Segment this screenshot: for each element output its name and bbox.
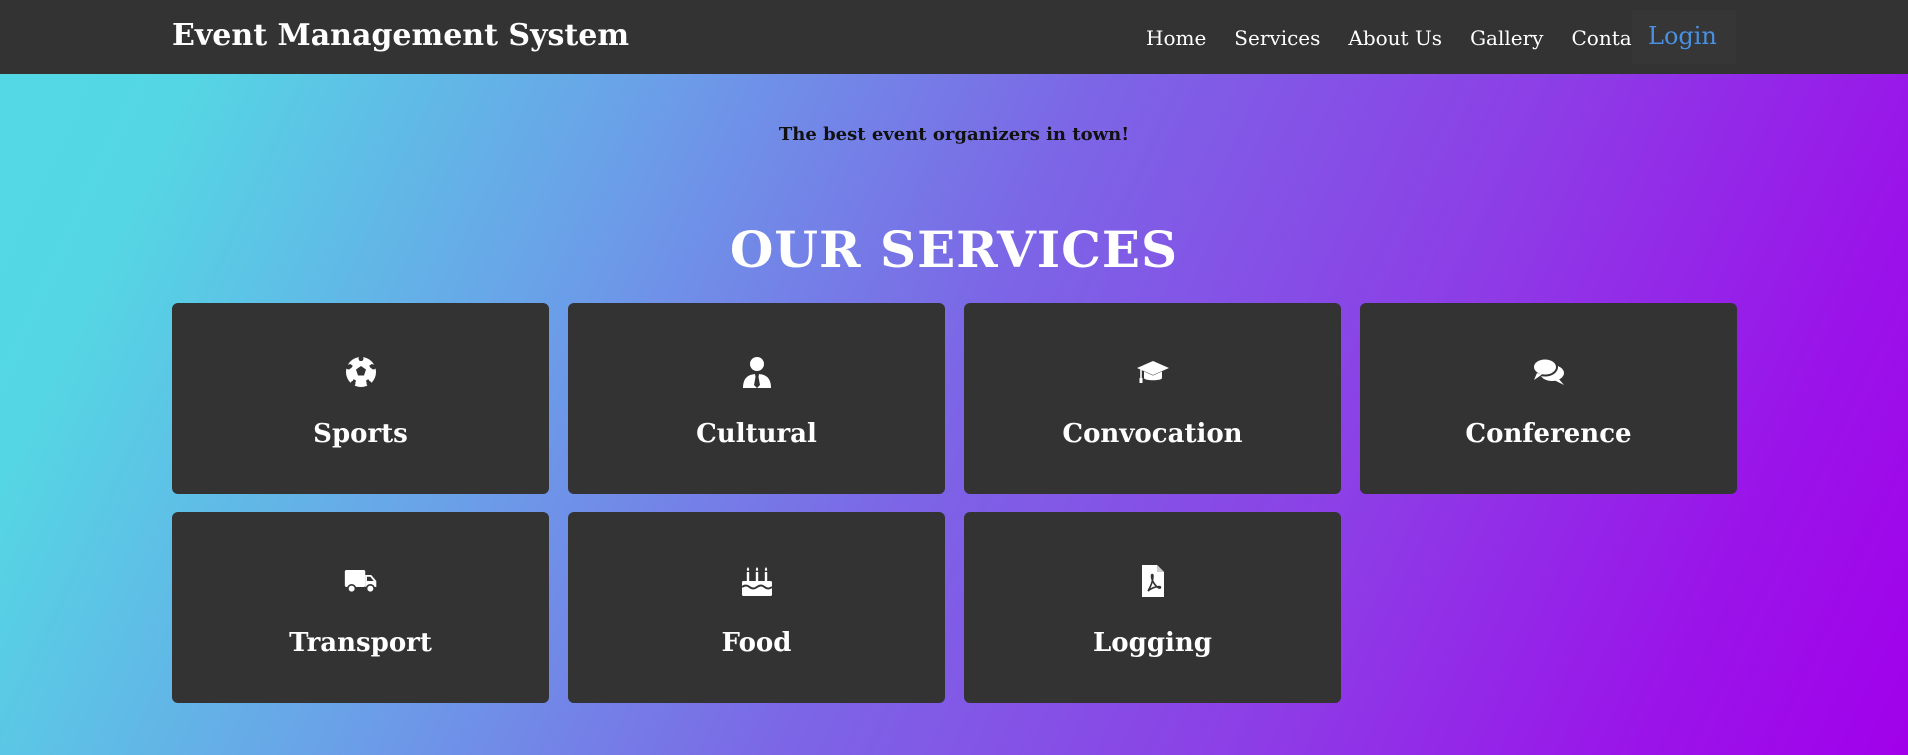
service-card-sports[interactable]: Sports — [172, 303, 549, 494]
birthday-cake-icon — [740, 564, 774, 598]
service-card-label: Logging — [1093, 628, 1212, 658]
pdf-file-icon — [1136, 564, 1170, 598]
service-card-label: Food — [721, 628, 792, 658]
login-link[interactable]: Login — [1648, 22, 1717, 50]
service-card-label: Conference — [1465, 419, 1632, 449]
nav-link-about-us[interactable]: About Us — [1348, 26, 1442, 50]
service-card-label: Cultural — [696, 419, 817, 449]
brand-title[interactable]: Event Management System — [172, 18, 629, 53]
truck-icon — [344, 564, 378, 598]
nav-links: Home Services About Us Gallery Contact — [1146, 26, 1679, 50]
service-card-conference[interactable]: Conference — [1360, 303, 1737, 494]
service-card-food[interactable]: Food — [568, 512, 945, 703]
service-card-label: Sports — [313, 419, 408, 449]
hero-tagline: The best event organizers in town! — [778, 124, 1130, 145]
nav-link-home[interactable]: Home — [1146, 26, 1206, 50]
nav-link-services[interactable]: Services — [1234, 26, 1320, 50]
service-card-convocation[interactable]: Convocation — [964, 303, 1341, 494]
user-tie-icon — [740, 355, 774, 389]
service-card-logging[interactable]: Logging — [964, 512, 1341, 703]
top-navbar: Event Management System Home Services Ab… — [0, 0, 1908, 74]
services-title: OUR SERVICES — [729, 220, 1179, 279]
service-card-label: Convocation — [1062, 419, 1243, 449]
soccer-ball-icon — [344, 355, 378, 389]
service-card-label: Transport — [289, 628, 432, 658]
nav-link-gallery[interactable]: Gallery — [1470, 26, 1543, 50]
chat-bubbles-icon — [1531, 355, 1566, 389]
service-card-cultural[interactable]: Cultural — [568, 303, 945, 494]
graduation-cap-icon — [1136, 355, 1170, 389]
service-card-transport[interactable]: Transport — [172, 512, 549, 703]
